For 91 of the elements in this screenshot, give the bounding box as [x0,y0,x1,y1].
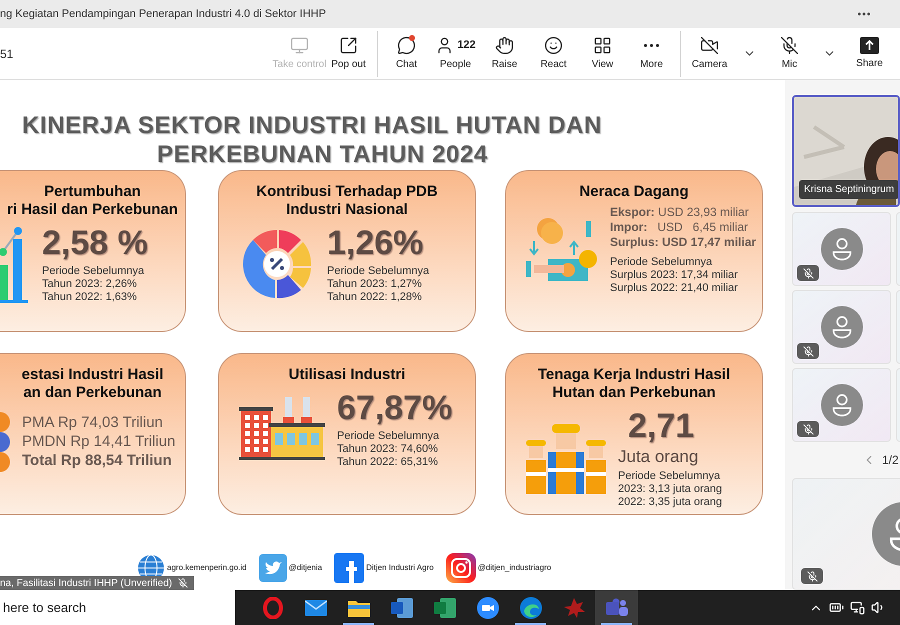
grid-icon [593,36,612,55]
previous-period-line: Periode Sebelumnya [42,265,146,278]
hand-icon [495,36,514,55]
toolbar-button[interactable]: Mic [765,30,814,76]
chat-icon [397,36,416,55]
social-handle: @ditjen_industriagro [478,562,552,574]
card-title: Utilisasi Industri [288,366,406,384]
toolbar-button[interactable]: Camera [685,30,734,76]
social-handle: @ditjenia [288,562,322,574]
toolbar-button[interactable]: Pop out [324,30,373,76]
previous-period-line: 2022: 3,35 juta orang [618,496,722,509]
document-icon [390,598,412,618]
people-count: 122 [457,38,476,54]
smiley-icon [544,36,563,55]
slide-title: PERKEBUNAN TAHUN 2024 [156,140,489,169]
toolbar-button[interactable]: React [529,30,578,76]
participant-tile[interactable] [792,212,891,286]
value-unit: Juta orang [618,446,700,468]
card-title: Industri Nasional [286,201,408,219]
previous-period-line: Tahun 2023: 1,27% [327,278,423,291]
more-icon [644,44,659,47]
wave-logo-icon [520,596,542,618]
camera-logo-icon [446,553,476,583]
previous-period-line: Periode Sebelumnya [327,265,430,278]
card-title: Tenaga Kerja Industri Hasil [538,366,730,384]
square-logo-icon [334,553,364,583]
participant-tile[interactable] [792,290,891,364]
participant-name: Krisna Septiningrum [799,180,898,199]
card-title: estasi Industri Hasil [22,366,164,384]
page-indicator: 1/2 [882,452,899,469]
previous-period-line: Periode Sebelumnya [337,430,440,443]
previous-period-line: Periode Sebelumnya [610,256,714,269]
bar-chart-icon [0,224,30,302]
stat-line: Impor: USD 6,45 miliar [610,220,750,235]
previous-period-line: Tahun 2023: 2,26% [42,278,138,291]
stat-line: PMA Rp 74,03 Triliun [22,412,164,432]
toolbar-button[interactable]: Chat [382,30,431,76]
card-title: an dan Perkebunan [23,384,162,402]
card-title: Pertumbuhan [44,183,141,201]
social-handle: Ditjen Industri Agro [366,562,434,574]
envelope-icon [304,600,326,616]
previous-period-line: Surplus 2022: 21,40 miliar [610,282,739,295]
previous-period-line: 2023: 3,13 juta orang [618,483,722,496]
meeting-timer: 51 [0,46,14,62]
stat-value: 67,87% [337,388,452,428]
stat-value: 1,26% [327,223,424,263]
toolbar-button[interactable]: 122 People [431,30,480,76]
stat-line: PMDN Rp 14,41 Triliun [22,432,176,450]
avatar-icon [820,384,862,426]
toolbar-button[interactable]: Share [845,30,894,76]
folder-icon [348,598,370,616]
stat-value: 2,58 % [42,223,148,263]
previous-period-line: Surplus 2023: 17,34 miliar [610,269,739,282]
presenter-name: na, Fasilitasi Industri IHHP (Unverified) [0,576,172,590]
battery-icon[interactable] [829,600,844,615]
social-handle: agro.kemenperin.go.id [167,562,247,574]
previous-period-line: Tahun 2022: 65,31% [337,456,439,469]
search-field[interactable]: here to search [0,590,235,625]
share-icon [860,37,879,54]
spreadsheet-icon [434,598,456,618]
participant-tile[interactable] [792,368,891,442]
previous-period-line: Tahun 2022: 1,28% [327,291,423,304]
card-title: ri Hasil dan Perkebunan [7,201,178,219]
window-title: ng Kegiatan Pendampingan Penerapan Industri 4.0 di Sektor IHHP [0,6,326,22]
bird-icon [258,554,287,582]
previous-period-line: Tahun 2023: 74,60% [337,443,439,456]
monitor-icon [290,36,309,55]
stat-line: Ekspor: USD 23,93 miliar [610,205,750,220]
network-icon[interactable] [850,600,865,615]
slide-title: KINERJA SEKTOR INDUSTRI HASIL HUTAN DAN [21,111,603,140]
splat-icon [562,596,584,618]
previous-period-line: Periode Sebelumnya [618,470,722,483]
video-tile[interactable]: Krisna Septiningrum [792,95,900,207]
video-call-icon [476,596,498,618]
card-title: Kontribusi Terhadap PDB [256,183,438,201]
previous-period-line: Tahun 2022: 1,63% [42,291,138,304]
ring-icon [262,596,282,618]
stat-line: Total Rp 88,54 Triliun [22,450,173,470]
toolbar-button[interactable]: Raise [480,30,529,76]
pop-out-icon [339,36,358,55]
stat-line: Surplus: USD 17,47 miliar [610,235,756,250]
card-title: Neraca Dagang [579,183,689,201]
stat-value: 2,71 [627,406,696,446]
toolbar-button[interactable]: More [627,30,676,76]
toolbar-button[interactable]: View [578,30,627,76]
avatar-icon [820,306,862,348]
participant-tile[interactable] [792,478,900,590]
team-app-icon [606,598,628,618]
factory-icon [239,396,325,460]
card-title: Hutan dan Perkebunan [552,384,716,402]
avatar-icon [820,228,862,270]
